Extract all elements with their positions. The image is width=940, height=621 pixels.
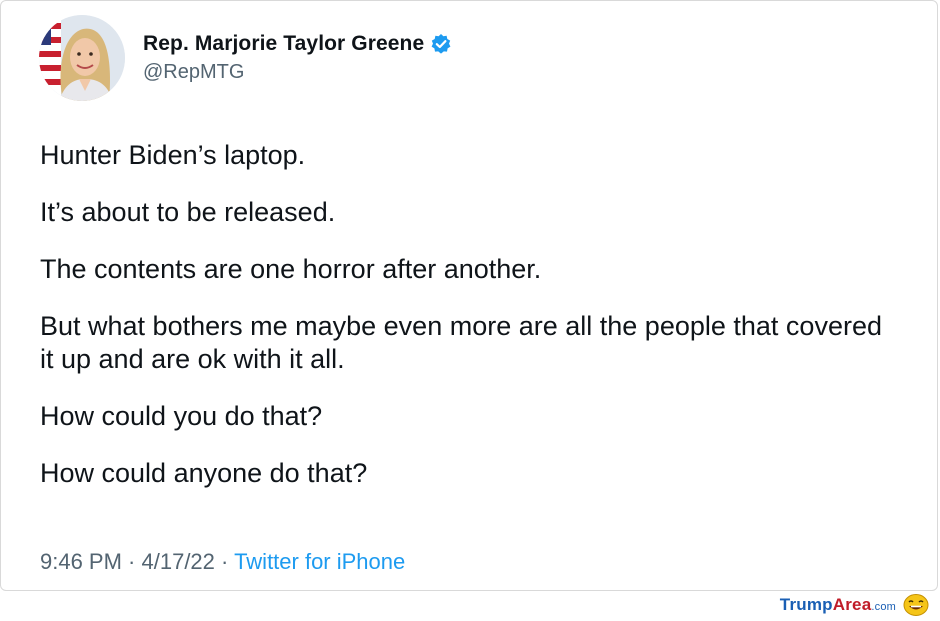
avatar-image — [39, 15, 125, 101]
tweet-source-link[interactable]: Twitter for iPhone — [234, 549, 405, 574]
tweet-metadata: 9:46 PM · 4/17/22 · Twitter for iPhone — [40, 549, 405, 575]
tweet-time[interactable]: 9:46 PM — [40, 549, 122, 574]
watermark-part-2: Area — [832, 595, 872, 614]
tweet-card: Rep. Marjorie Taylor Greene @RepMTG ... … — [0, 0, 940, 591]
display-name[interactable]: Rep. Marjorie Taylor Greene — [143, 32, 424, 56]
user-handle[interactable]: @RepMTG — [143, 61, 452, 84]
tweet-paragraph: How could anyone do that? — [40, 458, 368, 488]
tweet-paragraph: It’s about to be released. — [40, 197, 336, 227]
tweet-text: Hunter Biden’s laptop. It’s about to be … — [40, 139, 920, 514]
meta-separator: · — [214, 549, 235, 574]
site-watermark: TrumpArea.com — [780, 595, 896, 615]
avatar[interactable] — [39, 15, 125, 101]
watermark-part-1: Trump — [779, 595, 833, 614]
meta-separator: · — [121, 549, 142, 574]
tweet-paragraph: But what bothers me maybe even more are … — [40, 311, 882, 374]
tweet-paragraph: Hunter Biden’s laptop. — [40, 140, 306, 170]
laughing-face-icon — [903, 594, 929, 616]
tweet-paragraph: The contents are one horror after anothe… — [40, 254, 542, 284]
watermark-part-3: .com — [871, 601, 896, 613]
verified-badge-icon — [430, 33, 452, 55]
tweet-header: Rep. Marjorie Taylor Greene @RepMTG ... — [39, 15, 940, 101]
display-name-row: Rep. Marjorie Taylor Greene — [143, 31, 452, 57]
tweet-date[interactable]: 4/17/22 — [142, 549, 215, 574]
author-info: Rep. Marjorie Taylor Greene @RepMTG — [143, 31, 452, 84]
tweet-paragraph: How could you do that? — [40, 401, 323, 431]
